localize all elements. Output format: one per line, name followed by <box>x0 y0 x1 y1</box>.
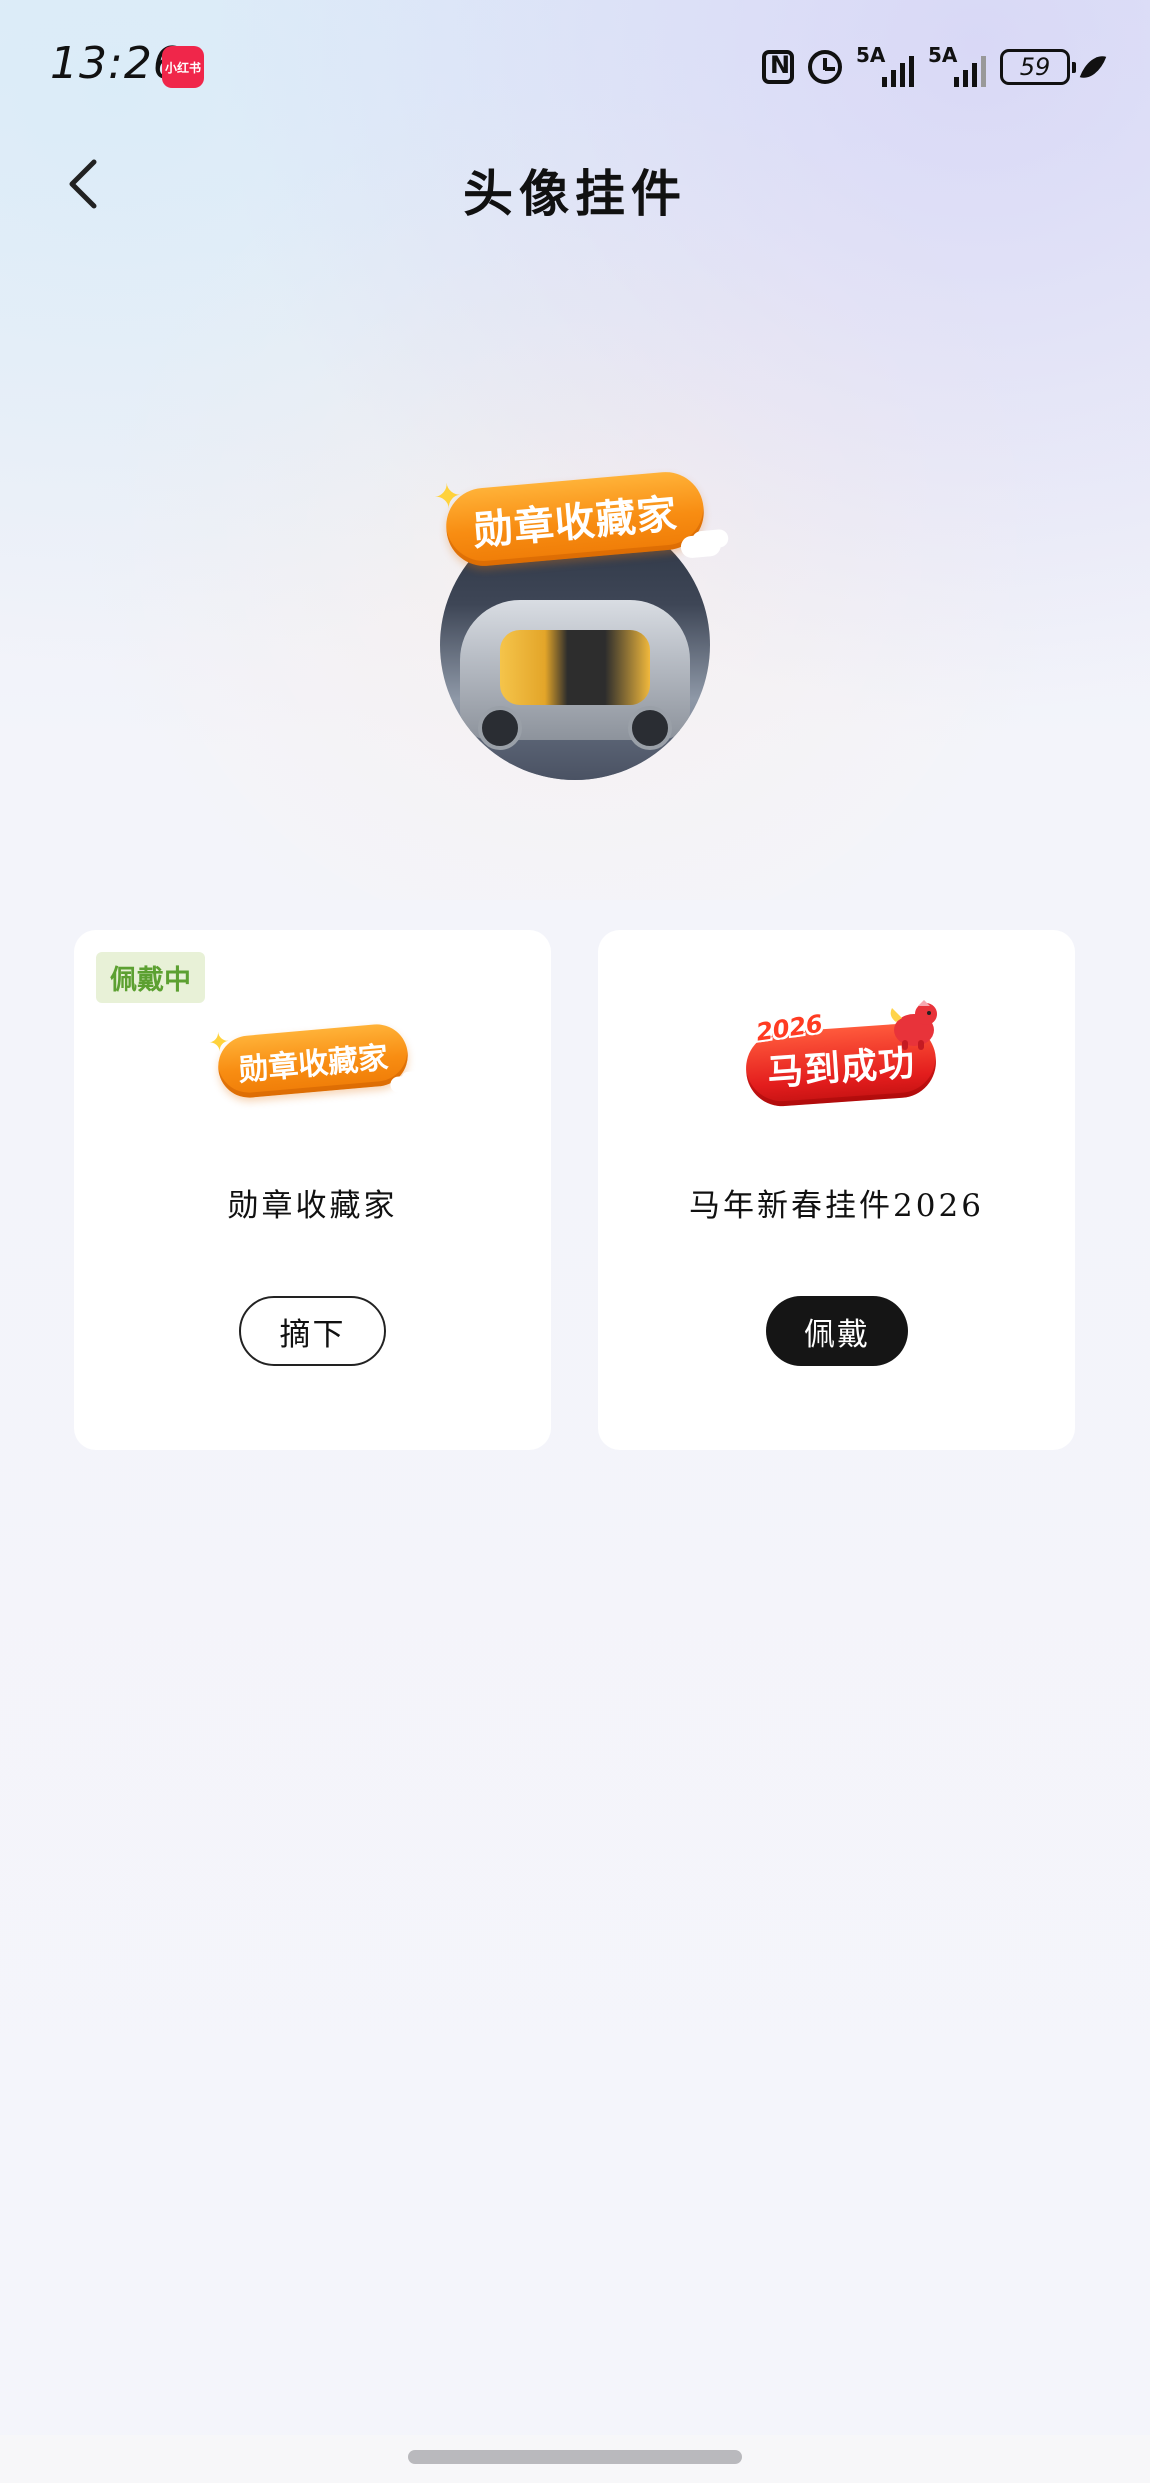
battery-icon: 59 <box>1000 49 1076 85</box>
status-bar: 13:26 小红书 5A 5A 59 <box>0 0 1150 130</box>
page-title: 头像挂件 <box>463 164 687 223</box>
status-icons: 5A 5A 59 <box>762 43 1107 88</box>
signal-label: 5A <box>856 43 886 67</box>
wearing-status-badge: 佩戴中 <box>96 952 205 1003</box>
avatar-preview: ✦ 勋章收藏家 <box>432 468 722 780</box>
leaf-icon <box>1079 50 1107 84</box>
remove-button[interactable]: 摘下 <box>239 1296 386 1366</box>
xiaohongshu-app-icon: 小红书 <box>162 46 204 88</box>
horse-icon <box>890 1000 937 1050</box>
battery-level: 59 <box>1019 53 1051 81</box>
cloud-icon <box>679 533 722 559</box>
wear-button[interactable]: 佩戴 <box>766 1296 908 1366</box>
header: 头像挂件 <box>0 140 1150 230</box>
signal-icon-2: 5A <box>928 43 986 87</box>
cloud-icon <box>389 1074 421 1094</box>
pendant-badge-text: 勋章收藏家 <box>237 1040 390 1089</box>
pendant-card[interactable]: 佩戴中 ✦ 勋章收藏家 勋章收藏家 摘下 <box>74 930 551 1450</box>
home-indicator[interactable] <box>408 2450 742 2464</box>
pendant-name: 马年新春挂件2026 <box>689 1188 984 1224</box>
signal-label-2: 5A <box>928 43 958 67</box>
sparkle-icon: ✦ <box>206 1027 232 1060</box>
pendant-name: 勋章收藏家 <box>227 1188 398 1224</box>
alarm-icon <box>808 50 842 84</box>
pendant-preview-image: ✦ 勋章收藏家 <box>207 1021 421 1101</box>
sparkle-icon: ✦ <box>431 475 465 519</box>
signal-icon: 5A <box>856 43 914 87</box>
avatar-pendant-text: 勋章收藏家 <box>471 491 680 555</box>
avatar-image <box>460 600 690 750</box>
pendant-preview-image: 2026 马到成功 <box>743 1000 942 1110</box>
nfc-icon <box>762 50 794 84</box>
pendant-card[interactable]: 2026 马到成功 马年新春挂件2026 佩戴 <box>598 930 1075 1450</box>
